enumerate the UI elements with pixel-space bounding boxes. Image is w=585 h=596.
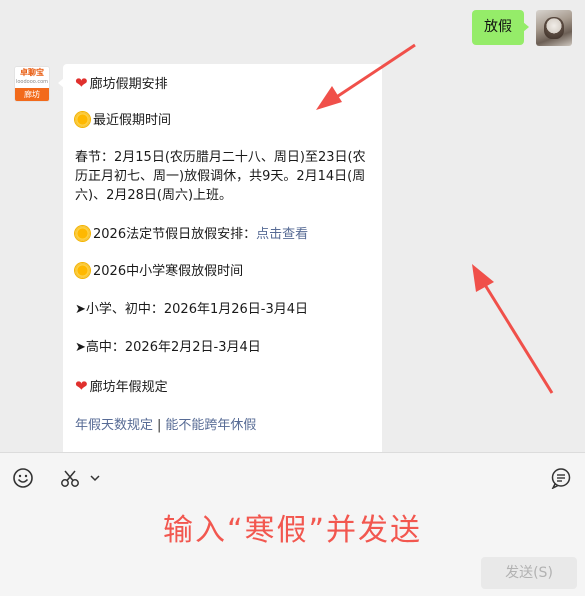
emoji-icon[interactable] xyxy=(12,467,34,489)
annual-links-row: 年假天数规定 | 能不能跨年休假 xyxy=(75,416,256,436)
msg-spring-festival: 春节：2月15日(农历腊月二十八、周日)至23日(农历正月初七、周一)放假调休，… xyxy=(75,150,366,203)
heart-icon: ❤ xyxy=(75,74,88,92)
sun-icon xyxy=(75,226,90,241)
chat-area: 放假 卓聊宝 loodooo.com 廊坊 ❤ 廊坊假期安排 最近假期时间 春节：… xyxy=(0,0,585,452)
chat-bubble-icon[interactable] xyxy=(550,467,572,489)
bot-logo: 卓聊宝 loodooo.com xyxy=(15,67,49,89)
arrow-bottom-shaft xyxy=(480,279,554,394)
cross-year-link[interactable]: 能不能跨年休假 xyxy=(165,418,256,433)
instruction-hint: 输入“寒假”并发送 xyxy=(162,513,423,548)
bot-logo-sub: loodooo.com xyxy=(15,79,49,85)
msg-line-winter: 2026中小学寒假放假时间 xyxy=(75,262,372,282)
dog-avatar-image xyxy=(544,17,564,39)
bot-logo-text: 卓聊宝 xyxy=(20,68,44,77)
msg-line-high: ➤高中：2026年2月2日-3月4日 xyxy=(75,340,261,355)
link-separator: | xyxy=(157,418,162,433)
arrow-bottom-head xyxy=(472,264,494,292)
msg-line-title: ❤ 廊坊假期安排 xyxy=(75,74,168,92)
bot-badge: 廊坊 xyxy=(15,88,49,101)
sun-icon xyxy=(75,263,90,278)
msg-line-primary: ➤小学、初中：2026年1月26日-3月4日 xyxy=(75,302,309,317)
msg-line-recent: 最近假期时间 xyxy=(75,111,372,131)
view-link[interactable]: 点击查看 xyxy=(256,227,308,242)
outgoing-message-bubble[interactable]: 放假 xyxy=(472,10,529,45)
input-area[interactable]: 输入“寒假”并发送 发送(S) xyxy=(0,452,585,596)
heart-icon: ❤ xyxy=(75,377,88,395)
scissors-icon[interactable] xyxy=(60,467,102,489)
msg-line-annual: ❤ 廊坊年假规定 xyxy=(75,377,168,395)
annual-days-link[interactable]: 年假天数规定 xyxy=(75,418,153,433)
sun-icon xyxy=(75,112,90,127)
send-button[interactable]: 发送(S) xyxy=(481,557,577,589)
user-avatar[interactable] xyxy=(536,10,572,46)
incoming-message-bubble: ❤ 廊坊假期安排 最近假期时间 春节：2月15日(农历腊月二十八、周日)至23日(… xyxy=(58,64,382,452)
msg-line-statutory: 2026法定节假日放假安排：点击查看 xyxy=(75,225,372,245)
bot-avatar[interactable]: 卓聊宝 loodooo.com 廊坊 xyxy=(14,66,50,102)
